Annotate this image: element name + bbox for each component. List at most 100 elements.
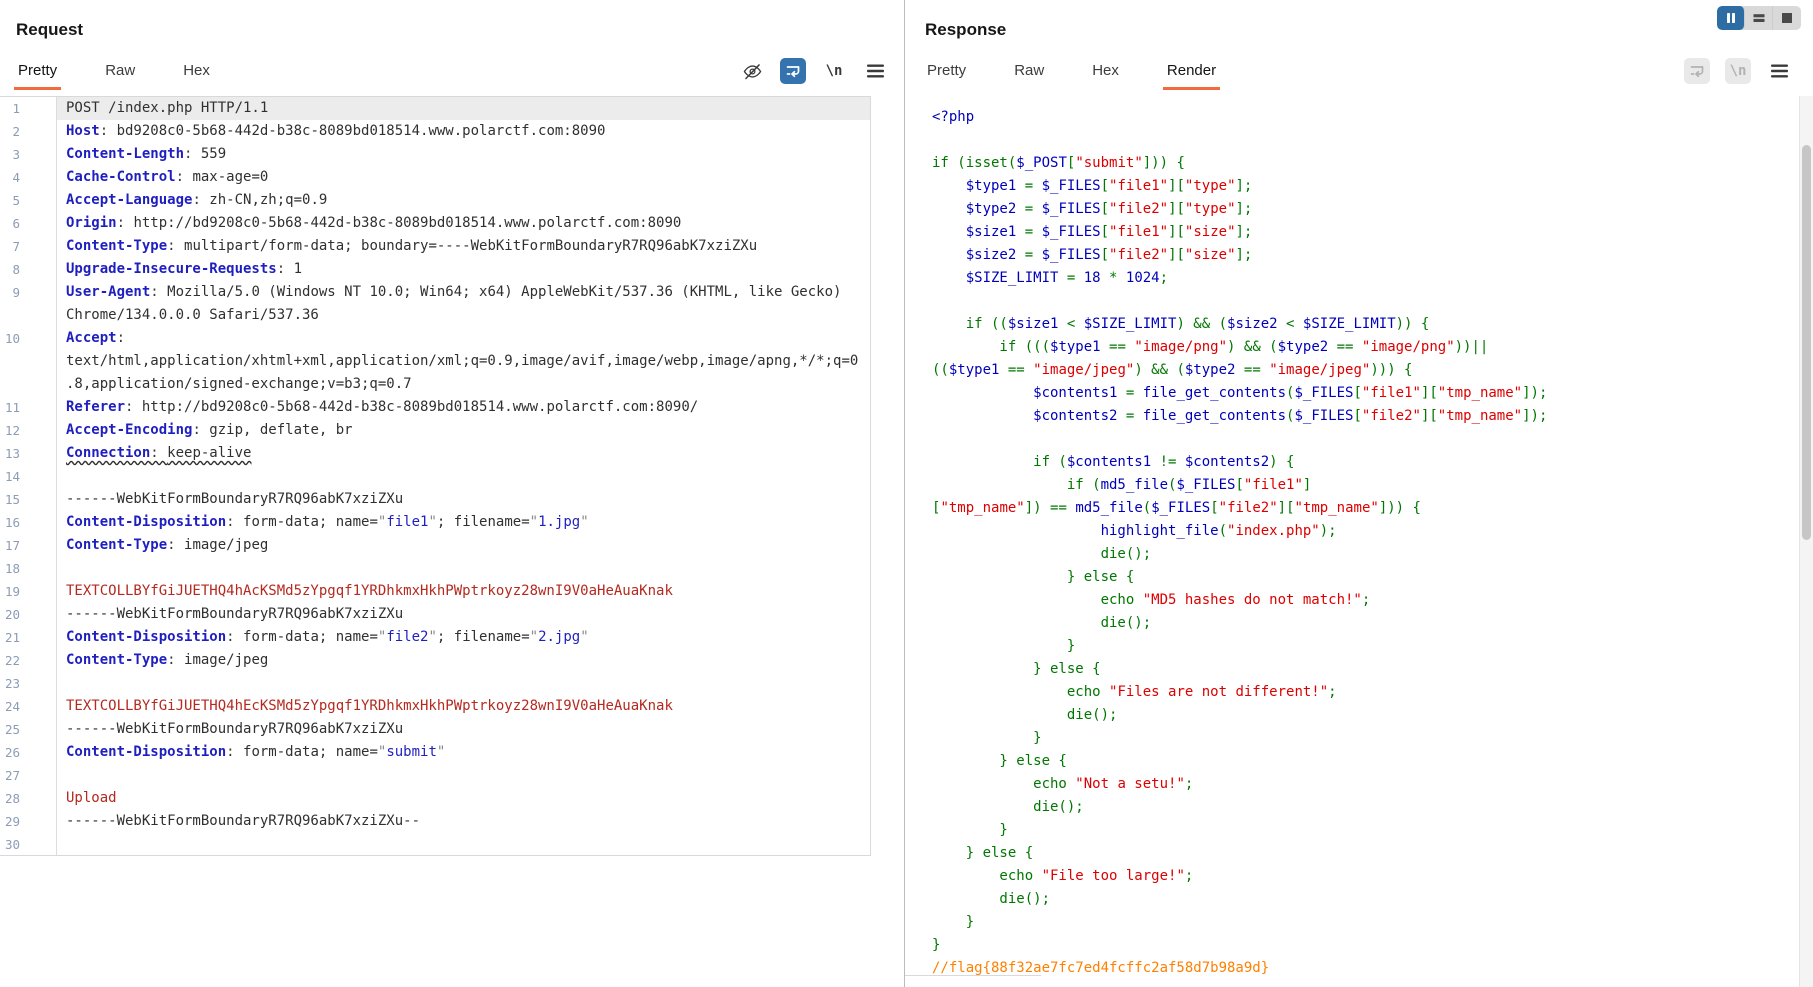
tab-render[interactable]: Render [1162,56,1221,90]
hide-matched-button[interactable] [739,58,765,84]
request-line[interactable]: 1 POST /index.php HTTP/1.1 [0,97,870,120]
line-text: TEXTCOLLBYfGiJUETHQ4hEcKSMd5zYpgqf1YRDhk… [66,698,673,714]
request-tab-row: Pretty Raw Hex [13,56,212,90]
request-line[interactable]: 30 [0,833,870,855]
line-number: 4 [0,166,57,189]
request-line[interactable]: 19 TEXTCOLLBYfGiJUETHQ4hAcKSMd5zYpgqf1YRD… [0,580,870,603]
response-line: die(); [932,707,1118,723]
response-line: } [932,638,1076,654]
request-line[interactable]: 10 Accept: [0,327,870,350]
request-line[interactable]: 25 ------WebKitFormBoundaryR7RQ96abK7xziZ… [0,718,870,741]
request-line[interactable]: 2 Host: bd9208c0-5b68-442d-b38c-8089bd018… [0,120,870,143]
response-line: $type1 = $_FILES["file1"]["type"]; [932,178,1253,194]
editor-menu-button[interactable] [862,58,888,84]
line-text: Upload [66,790,117,806]
line-number [0,304,57,327]
request-line[interactable]: 16 Content-Disposition: form-data; name="… [0,511,870,534]
tab-pretty[interactable]: Pretty [13,56,62,90]
line-number: 17 [0,534,57,557]
layout-switcher [1717,6,1801,30]
line-number: 3 [0,143,57,166]
line-text: Cache-Control: max-age=0 [66,169,269,185]
line-number: 8 [0,258,57,281]
response-scrollbar[interactable] [1799,96,1813,987]
request-line[interactable]: 7 Content-Type: multipart/form-data; boun… [0,235,870,258]
request-line[interactable]: 5 Accept-Language: zh-CN,zh;q=0.9 [0,189,870,212]
request-line[interactable]: 26 Content-Disposition: form-data; name="… [0,741,870,764]
layout-single-button[interactable] [1773,6,1801,30]
request-line[interactable]: 12 Accept-Encoding: gzip, deflate, br [0,419,870,442]
request-panel: Request Pretty Raw Hex \n 1 POST /index.php… [0,0,904,987]
line-text: text/html,application/xhtml+xml,applicat… [66,353,859,369]
response-panel: Response Pretty Raw Hex Render \n <?php if (… [904,0,1813,987]
response-editor[interactable]: <?php if (isset($_POST["submit"])) { $typ… [906,96,1799,987]
request-line[interactable]: 8 Upgrade-Insecure-Requests: 1 [0,258,870,281]
soft-wrap-button[interactable] [780,58,806,84]
request-line[interactable]: Chrome/134.0.0.0 Safari/537.36 [0,304,870,327]
scrollbar-thumb[interactable] [1802,145,1811,540]
request-line[interactable]: 6 Origin: http://bd9208c0-5b68-442d-b38c-… [0,212,870,235]
tab-pretty[interactable]: Pretty [925,56,968,90]
request-line[interactable]: 21 Content-Disposition: form-data; name="… [0,626,870,649]
tab-raw[interactable]: Raw [103,56,137,90]
request-line[interactable]: 9 User-Agent: Mozilla/5.0 (Windows NT 10.… [0,281,870,304]
line-number: 16 [0,511,57,534]
request-line[interactable]: 3 Content-Length: 559 [0,143,870,166]
line-text: Content-Disposition: form-data; name="su… [66,744,446,760]
layout-stacked-button[interactable] [1745,6,1773,30]
request-line[interactable]: 24 TEXTCOLLBYfGiJUETHQ4hEcKSMd5zYpgqf1YRD… [0,695,870,718]
request-line[interactable]: 23 [0,672,870,695]
rows-icon [1753,12,1765,24]
line-number: 20 [0,603,57,626]
response-line [932,428,1799,451]
request-line[interactable]: 22 Content-Type: image/jpeg [0,649,870,672]
request-line[interactable]: 29 ------WebKitFormBoundaryR7RQ96abK7xziZ… [0,810,870,833]
line-number: 30 [0,833,57,855]
request-line[interactable]: text/html,application/xhtml+xml,applicat… [0,350,870,373]
line-number: 28 [0,787,57,810]
response-line: $type2 = $_FILES["file2"]["type"]; [932,201,1253,217]
response-panel-title: Response [925,20,1007,39]
request-line[interactable]: 4 Cache-Control: max-age=0 [0,166,870,189]
response-line: echo "MD5 hashes do not match!"; [932,592,1371,608]
line-number: 13 [0,442,57,465]
line-text [57,764,870,787]
response-line: } [932,822,1008,838]
layout-side-by-side-button[interactable] [1717,6,1745,30]
newline-glyph-icon: \n [825,63,843,79]
line-number: 12 [0,419,57,442]
request-editor[interactable]: 1 POST /index.php HTTP/1.1 2 Host: bd9208c0… [0,96,871,856]
request-line[interactable]: .8,application/signed-exchange;v=b3;q=0.… [0,373,870,396]
show-newlines-button[interactable]: \n [821,58,847,84]
response-line: } else { [932,569,1135,585]
response-toolbar: \n [1684,58,1792,84]
show-newlines-button[interactable]: \n [1725,58,1751,84]
response-line: die(); [932,891,1051,907]
request-line[interactable]: 28 Upload [0,787,870,810]
response-line: echo "Not a setu!"; [932,776,1194,792]
tab-raw[interactable]: Raw [1012,56,1046,90]
response-line: $SIZE_LIMIT = 18 * 1024; [932,270,1169,286]
line-text: Content-Disposition: form-data; name="fi… [66,629,589,645]
request-line[interactable]: 14 [0,465,870,488]
request-line[interactable]: 11 Referer: http://bd9208c0-5b68-442d-b38… [0,396,870,419]
tab-hex[interactable]: Hex [181,56,212,90]
line-text: Accept: [66,330,126,346]
line-text: Content-Type: multipart/form-data; bound… [66,238,758,254]
request-line[interactable]: 17 Content-Type: image/jpeg [0,534,870,557]
request-line[interactable]: 18 [0,557,870,580]
tab-hex[interactable]: Hex [1090,56,1121,90]
editor-menu-button[interactable] [1766,58,1792,84]
request-line[interactable]: 15 ------WebKitFormBoundaryR7RQ96abK7xziZ… [0,488,870,511]
line-text: User-Agent: Mozilla/5.0 (Windows NT 10.0… [66,284,842,300]
request-line[interactable]: 27 [0,764,870,787]
line-number: 19 [0,580,57,603]
soft-wrap-button[interactable] [1684,58,1710,84]
wrap-icon [1689,63,1705,79]
request-toolbar: \n [739,58,888,84]
request-line[interactable]: 20 ------WebKitFormBoundaryR7RQ96abK7xziZ… [0,603,870,626]
line-text [57,833,870,855]
response-line: echo "File too large!"; [932,868,1194,884]
line-text: Accept-Language: zh-CN,zh;q=0.9 [66,192,328,208]
request-line[interactable]: 13 Connection: keep-alive [0,442,870,465]
